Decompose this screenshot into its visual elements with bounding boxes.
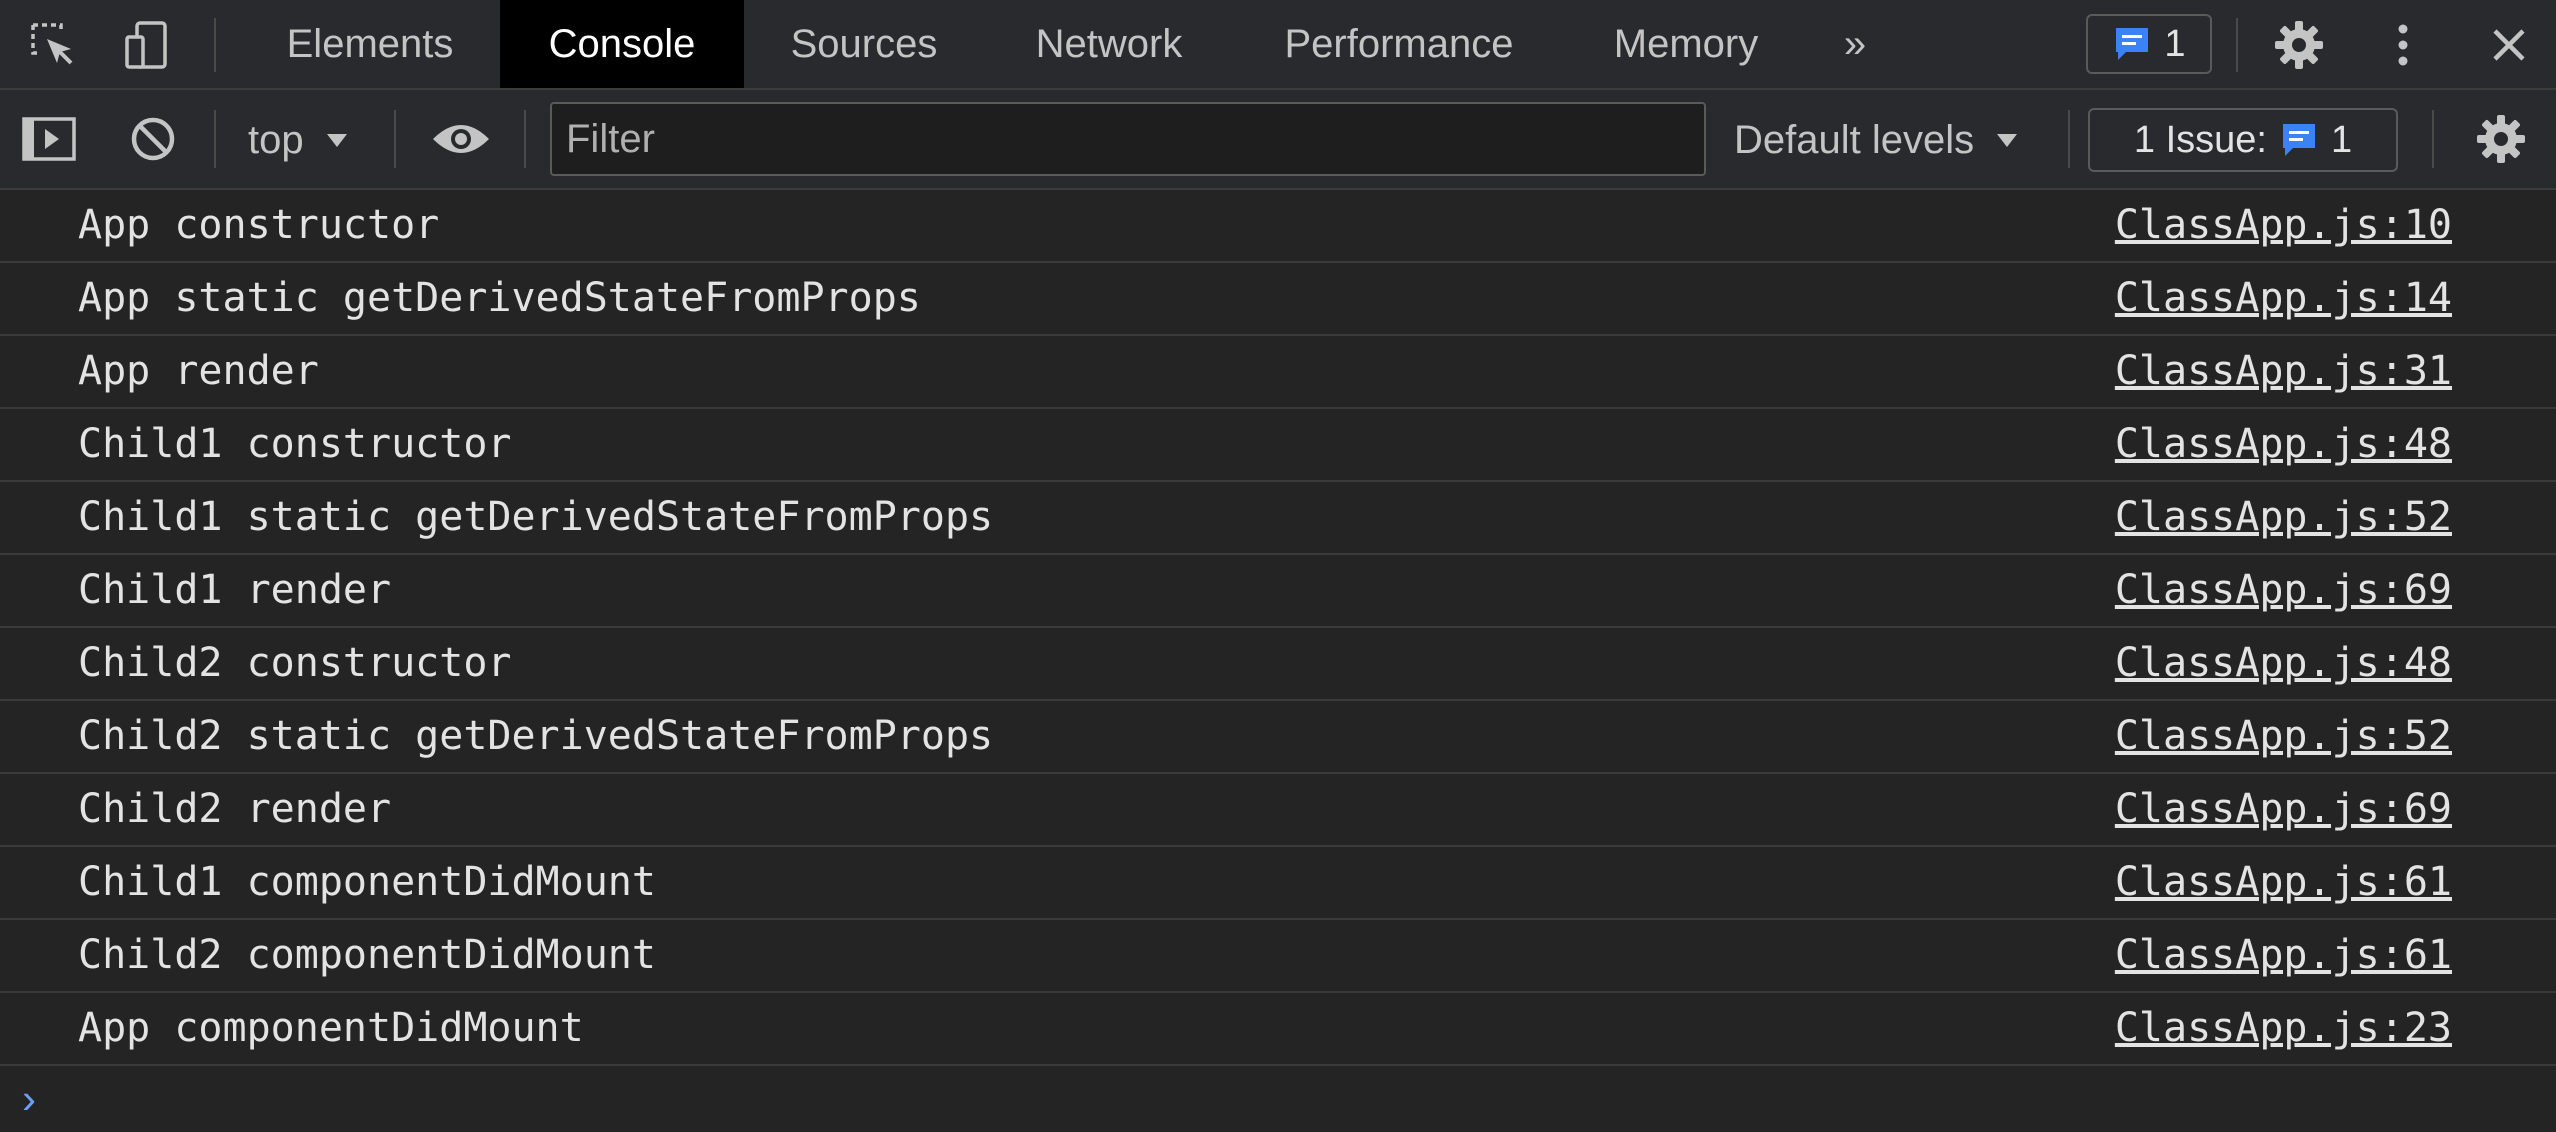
tab-console[interactable]: Console <box>500 0 744 88</box>
messages-count: 1 <box>2164 22 2186 65</box>
message-icon <box>2279 120 2319 160</box>
issues-count: 1 <box>2330 118 2353 161</box>
messages-badge[interactable]: 1 <box>2086 14 2212 74</box>
console-message-row: Child2 static getDerivedStateFromProps C… <box>0 701 2556 774</box>
source-link[interactable]: ClassApp.js:14 <box>2115 263 2452 334</box>
divider <box>214 110 216 168</box>
console-message-text: App render <box>78 348 319 394</box>
source-link[interactable]: ClassApp.js:52 <box>2115 701 2452 772</box>
source-link[interactable]: ClassApp.js:61 <box>2115 847 2452 918</box>
console-message-row: Child1 render ClassApp.js:69 <box>0 555 2556 628</box>
divider <box>2068 110 2070 168</box>
live-expression-icon[interactable] <box>430 108 492 170</box>
source-link[interactable]: ClassApp.js:48 <box>2115 409 2452 480</box>
console-message-text: App constructor <box>78 202 440 248</box>
gear-icon[interactable] <box>2470 108 2532 170</box>
console-message-row: App componentDidMount ClassApp.js:23 <box>0 993 2556 1066</box>
issues-label: 1 Issue: <box>2133 118 2267 161</box>
source-link[interactable]: ClassApp.js:69 <box>2115 774 2452 845</box>
tab-performance[interactable]: Performance <box>1256 0 1542 88</box>
console-message-text: Child2 render <box>78 786 392 832</box>
more-tabs-button[interactable]: » <box>1830 0 1880 88</box>
log-levels-dropdown[interactable]: Default levels <box>1734 110 2018 170</box>
divider <box>214 18 216 72</box>
source-link[interactable]: ClassApp.js:10 <box>2115 190 2452 261</box>
console-toolbar: top Default levels 1 Issue: 1 <box>0 90 2556 190</box>
tab-sources[interactable]: Sources <box>764 0 964 88</box>
source-link[interactable]: ClassApp.js:48 <box>2115 628 2452 699</box>
kebab-menu-icon[interactable] <box>2372 14 2434 76</box>
tab-elements[interactable]: Elements <box>260 0 480 88</box>
console-message-row: App render ClassApp.js:31 <box>0 336 2556 409</box>
console-message-row: Child2 constructor ClassApp.js:48 <box>0 628 2556 701</box>
console-log: App constructor ClassApp.js:10 App stati… <box>0 190 2556 1066</box>
context-value: top <box>248 117 304 162</box>
console-message-row: Child1 constructor ClassApp.js:48 <box>0 409 2556 482</box>
source-link[interactable]: ClassApp.js:23 <box>2115 993 2452 1064</box>
console-message-text: App componentDidMount <box>78 1005 584 1051</box>
console-message-row: Child2 render ClassApp.js:69 <box>0 774 2556 847</box>
gear-icon[interactable] <box>2268 14 2330 76</box>
chevron-down-icon <box>326 132 348 148</box>
filter-input[interactable] <box>550 102 1706 176</box>
console-input[interactable] <box>52 1070 2556 1128</box>
console-message-text: Child1 render <box>78 567 392 613</box>
sidebar-toggle-icon[interactable] <box>18 108 80 170</box>
clear-console-icon[interactable] <box>122 108 184 170</box>
console-message-text: Child1 componentDidMount <box>78 859 656 905</box>
issues-button[interactable]: 1 Issue: 1 <box>2088 108 2398 172</box>
source-link[interactable]: ClassApp.js:31 <box>2115 336 2452 407</box>
console-message-row: App constructor ClassApp.js:10 <box>0 190 2556 263</box>
tab-memory[interactable]: Memory <box>1586 0 1786 88</box>
divider <box>394 110 396 168</box>
console-message-text: Child1 constructor <box>78 421 512 467</box>
source-link[interactable]: ClassApp.js:52 <box>2115 482 2452 553</box>
divider <box>524 110 526 168</box>
source-link[interactable]: ClassApp.js:69 <box>2115 555 2452 626</box>
message-icon <box>2112 24 2152 64</box>
source-link[interactable]: ClassApp.js:61 <box>2115 920 2452 991</box>
log-levels-label: Default levels <box>1734 117 1975 162</box>
console-message-row: Child1 componentDidMount ClassApp.js:61 <box>0 847 2556 920</box>
close-icon[interactable] <box>2478 14 2540 76</box>
console-message-text: Child2 constructor <box>78 640 512 686</box>
console-message-text: App static getDerivedStateFromProps <box>78 275 921 321</box>
devtools-tabbar: Elements Console Sources Network Perform… <box>0 0 2556 90</box>
console-message-row: Child1 static getDerivedStateFromProps C… <box>0 482 2556 555</box>
divider <box>2236 18 2238 72</box>
console-prompt: › <box>0 1066 2556 1132</box>
divider <box>2432 110 2434 168</box>
context-selector[interactable]: top <box>248 110 348 170</box>
inspect-element-icon[interactable] <box>22 14 84 76</box>
prompt-chevron-icon: › <box>22 1075 36 1122</box>
console-message-text: Child2 static getDerivedStateFromProps <box>78 713 994 759</box>
console-message-text: Child1 static getDerivedStateFromProps <box>78 494 994 540</box>
tab-network[interactable]: Network <box>1004 0 1214 88</box>
device-toolbar-icon[interactable] <box>116 14 178 76</box>
console-message-row: Child2 componentDidMount ClassApp.js:61 <box>0 920 2556 993</box>
console-message-row: App static getDerivedStateFromProps Clas… <box>0 263 2556 336</box>
chevron-down-icon <box>1996 132 2018 148</box>
console-message-text: Child2 componentDidMount <box>78 932 656 978</box>
